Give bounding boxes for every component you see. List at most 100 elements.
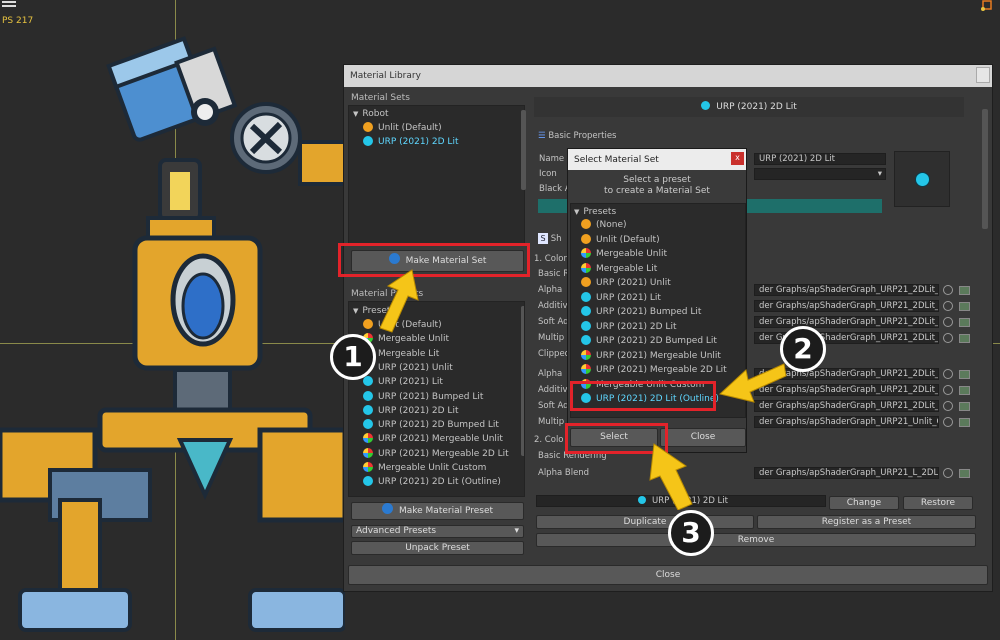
set-item-unlit-default[interactable]: Unlit (Default) bbox=[363, 121, 442, 135]
dialog-preset-item[interactable]: URP (2021) Lit bbox=[581, 291, 661, 305]
item-label: Mergeable Unlit Custom bbox=[378, 463, 487, 473]
step-3-badge: 3 bbox=[668, 510, 714, 556]
subtitle-line-1: Select a preset bbox=[623, 175, 691, 185]
dialog-preset-item[interactable]: (None) bbox=[581, 218, 627, 232]
highlight-outline-item bbox=[570, 381, 716, 411]
make-material-preset-label: Make Material Preset bbox=[398, 506, 494, 516]
preset-item[interactable]: URP (2021) 2D Lit bbox=[363, 404, 458, 418]
shader-path-field[interactable]: der Graphs/apShaderGraph_URP21_2DLit_T_A… bbox=[754, 300, 939, 312]
object-picker-icon[interactable] bbox=[943, 385, 953, 395]
selected-set-header: URP (2021) 2D Lit bbox=[534, 97, 964, 117]
group-label: Robot bbox=[362, 109, 389, 119]
item-label: URP (2021) Unlit bbox=[596, 278, 671, 288]
basic-properties-heading: ☰ Basic Properties bbox=[538, 131, 617, 141]
dialog-preset-item[interactable]: URP (2021) Mergeable Unlit bbox=[581, 349, 721, 363]
preset-item[interactable]: URP (2021) 2D Lit (Outline) bbox=[363, 475, 501, 489]
object-picker-icon[interactable] bbox=[943, 285, 953, 295]
shaders-label: Sh bbox=[550, 234, 562, 244]
change-button[interactable]: Change bbox=[829, 496, 899, 510]
material-sets-label: Material Sets bbox=[351, 93, 410, 103]
image-icon[interactable] bbox=[959, 386, 970, 395]
shader-icon: S bbox=[538, 233, 548, 244]
shader-row-label: Alpha bbox=[538, 369, 563, 379]
sets-scrollbar[interactable] bbox=[521, 110, 526, 190]
advanced-presets-label: Advanced Presets bbox=[356, 526, 437, 536]
name-field[interactable]: URP (2021) 2D Lit bbox=[754, 153, 886, 165]
icon-dropdown[interactable]: ▾ bbox=[754, 168, 886, 180]
remove-button[interactable]: Remove bbox=[536, 533, 976, 547]
item-label: URP (2021) Unlit bbox=[378, 362, 453, 373]
duplicate-label: Duplicate bbox=[623, 517, 667, 527]
register-preset-button[interactable]: Register as a Preset bbox=[757, 515, 976, 529]
object-picker-icon[interactable] bbox=[943, 333, 953, 343]
dialog-preset-item[interactable]: URP (2021) Bumped Lit bbox=[581, 305, 701, 319]
dialog-preset-item[interactable]: Mergeable Unlit bbox=[581, 247, 667, 261]
dialog-preset-item[interactable]: URP (2021) 2D Bumped Lit bbox=[581, 334, 717, 348]
item-label: URP (2021) Bumped Lit bbox=[596, 307, 702, 317]
close-window-button[interactable]: Close bbox=[348, 565, 988, 585]
object-picker-icon[interactable] bbox=[943, 468, 953, 478]
restore-button[interactable]: Restore bbox=[903, 496, 973, 510]
shader-path-field[interactable]: der Graphs/apShaderGraph_URP21_2DLit_T_A… bbox=[754, 284, 939, 296]
image-icon[interactable] bbox=[959, 286, 970, 295]
preset-item[interactable]: URP (2021) Mergeable Unlit bbox=[363, 432, 503, 446]
shader-row-label: Multip bbox=[538, 333, 565, 343]
dialog-preset-item[interactable]: URP (2021) Mergeable 2D Lit bbox=[581, 363, 727, 377]
object-picker-icon[interactable] bbox=[943, 401, 953, 411]
preset-item[interactable]: URP (2021) 2D Bumped Lit bbox=[363, 418, 499, 432]
duplicate-button[interactable]: Duplicate bbox=[536, 515, 754, 529]
object-picker-icon[interactable] bbox=[943, 417, 953, 427]
preset-item[interactable]: URP (2021) Bumped Lit bbox=[363, 390, 483, 404]
item-label: URP (2021) Lit bbox=[378, 377, 443, 388]
dialog-preset-item[interactable]: URP (2021) 2D Lit bbox=[581, 320, 676, 334]
unpack-preset-button[interactable]: Unpack Preset bbox=[351, 541, 524, 555]
set-item-urp-2d-lit[interactable]: URP (2021) 2D Lit bbox=[363, 135, 458, 149]
dialog-preset-item[interactable]: Mergeable Lit bbox=[581, 262, 657, 276]
image-icon[interactable] bbox=[959, 469, 970, 478]
image-icon[interactable] bbox=[959, 318, 970, 327]
make-material-preset-button[interactable]: Make Material Preset bbox=[351, 502, 524, 520]
window-titlebar[interactable]: Material Library bbox=[344, 65, 992, 87]
clipped-label: Clipped bbox=[538, 349, 571, 359]
shader-row-label: Soft Ad bbox=[538, 317, 569, 327]
dialog-titlebar[interactable]: Select Material Set x bbox=[568, 149, 746, 170]
shader-path-field[interactable]: der Graphs/apShaderGraph_URP21_2DLit_T_A… bbox=[754, 316, 939, 328]
material-dot-icon bbox=[581, 335, 591, 345]
material-dot-icon bbox=[581, 291, 591, 302]
transform-icon[interactable] bbox=[980, 0, 994, 12]
object-picker-icon[interactable] bbox=[943, 301, 953, 311]
image-icon[interactable] bbox=[959, 402, 970, 411]
presets-scrollbar[interactable] bbox=[521, 306, 524, 456]
tree-group-presets[interactable]: ▼ Presets bbox=[574, 205, 616, 219]
image-icon[interactable] bbox=[959, 302, 970, 311]
black-alpha-label: Black A bbox=[539, 184, 571, 194]
advanced-presets-dropdown[interactable]: Advanced Presets ▾ bbox=[351, 525, 524, 538]
object-picker-icon[interactable] bbox=[943, 369, 953, 379]
image-icon[interactable] bbox=[959, 370, 970, 379]
image-icon[interactable] bbox=[959, 418, 970, 427]
shader-row-label: Alpha bbox=[538, 285, 563, 295]
shader-path-field[interactable]: der Graphs/apShaderGraph_URP21_Unlit_C_M… bbox=[754, 416, 939, 428]
preset-item[interactable]: URP (2021) Mergeable 2D Lit bbox=[363, 447, 509, 461]
preset-item[interactable]: Mergeable Unlit Custom bbox=[363, 461, 486, 475]
name-label: Name bbox=[539, 154, 565, 164]
image-icon[interactable] bbox=[959, 334, 970, 343]
preset-item[interactable]: URP (2021) Unlit bbox=[363, 361, 453, 375]
right-scrollbar[interactable] bbox=[982, 109, 988, 229]
object-picker-icon[interactable] bbox=[943, 317, 953, 327]
preset-item[interactable]: URP (2021) Lit bbox=[363, 375, 443, 389]
dialog-preset-item[interactable]: Unlit (Default) bbox=[581, 233, 660, 247]
arrow-2-icon bbox=[718, 363, 787, 403]
item-label: Unlit (Default) bbox=[596, 234, 660, 245]
window-close-box[interactable] bbox=[976, 67, 990, 83]
material-preset-icon bbox=[381, 503, 393, 514]
shader-row-label: Multip bbox=[538, 417, 565, 427]
alpha-blend-field[interactable]: der Graphs/apShaderGraph_URP21_L_2DLit_T… bbox=[754, 467, 939, 479]
dialog-preset-item[interactable]: URP (2021) Unlit bbox=[581, 276, 671, 290]
tree-group-robot[interactable]: ▼ Robot bbox=[353, 107, 389, 121]
shader-row-label: Additiv bbox=[538, 385, 568, 395]
step-1-badge: 1 bbox=[330, 334, 376, 380]
arrow-1-icon bbox=[379, 269, 419, 333]
dialog-close-icon[interactable]: x bbox=[731, 152, 744, 165]
restore-label: Restore bbox=[920, 498, 956, 508]
